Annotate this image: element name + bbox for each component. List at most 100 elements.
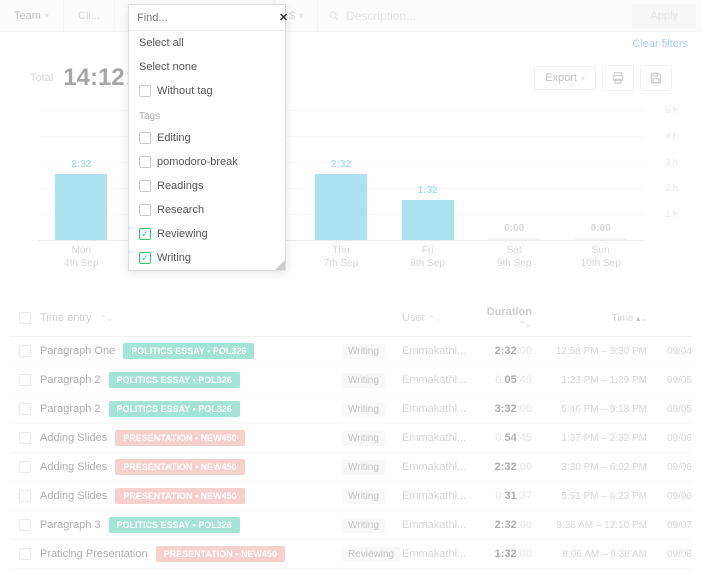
header-time[interactable]: Time ▴⌄: [532, 313, 647, 324]
table-row[interactable]: Paragraph 2POLITICS ESSAY • POL326Writin…: [10, 395, 692, 424]
table-row[interactable]: Adding SlidesPRESENTATION • NEW450Writin…: [10, 453, 692, 482]
table-row[interactable]: Adding SlidesPRESENTATION • NEW450Writin…: [10, 482, 692, 511]
tag-option[interactable]: Readings: [129, 174, 285, 198]
checkbox-icon: [139, 156, 151, 168]
date-cell: 09/04: [647, 346, 692, 357]
x-label: Fri8th Sep: [384, 244, 471, 270]
duration-cell: 2:32:00: [472, 345, 532, 357]
resize-handle-icon[interactable]: [275, 260, 285, 270]
checkbox-icon: [139, 85, 151, 97]
row-checkbox[interactable]: [19, 374, 31, 386]
date-cell: 09/08: [647, 549, 692, 560]
duration-cell: 0:05:49: [472, 374, 532, 386]
tags-section-header: Tags: [129, 103, 285, 126]
duration-cell: 1:32:00: [472, 548, 532, 560]
apply-button[interactable]: Apply: [632, 4, 696, 28]
date-cell: 09/05: [647, 375, 692, 386]
tag-option[interactable]: pomodoro-break: [129, 150, 285, 174]
category-pill: Writing: [342, 460, 385, 475]
user-cell: Emmakathl...: [402, 519, 472, 531]
project-tag: POLITICS ESSAY • POL326: [109, 401, 240, 417]
checkbox-icon: ✓: [139, 228, 151, 240]
table-header: Time entry ⌃⌄ User ⌃⌄ Duration ⌃⌄ Time ▴…: [10, 300, 692, 337]
row-checkbox[interactable]: [19, 432, 31, 444]
bar-chart: 1 h2 h3 h4 h5 h 2:322:321:320:000:00 Mon…: [18, 100, 684, 270]
table-row[interactable]: Praticing Presentation PRESENTATION • NEW…: [10, 540, 692, 569]
row-checkbox[interactable]: [19, 490, 31, 502]
category-pill: Reviewing: [342, 547, 400, 562]
user-cell: Emmakathl...: [402, 490, 472, 502]
table-row[interactable]: Paragraph OnePOLITICS ESSAY • POL326Writ…: [10, 337, 692, 366]
user-cell: Emmakathl...: [402, 345, 472, 357]
date-cell: 09/07: [647, 520, 692, 531]
row-checkbox[interactable]: [19, 519, 31, 531]
user-cell: Emmakathl...: [402, 461, 472, 473]
project-tag: PRESENTATION • NEW450: [115, 459, 244, 475]
category-pill: Writing: [342, 402, 385, 417]
x-label: Sat9th Sep: [471, 244, 558, 270]
category-pill: Writing: [342, 518, 385, 533]
chevron-down-icon: ▾: [45, 11, 49, 20]
user-cell: Emmakathl...: [402, 548, 472, 560]
category-pill: Writing: [342, 489, 385, 504]
x-label: Mon4th Sep: [38, 244, 125, 270]
select-all-checkbox[interactable]: [19, 312, 31, 324]
date-cell: 09/06: [647, 491, 692, 502]
header-entry[interactable]: Time entry ⌃⌄: [40, 312, 342, 324]
checkbox-icon: [139, 180, 151, 192]
filter-team[interactable]: Team▾: [0, 0, 64, 31]
row-checkbox[interactable]: [19, 345, 31, 357]
time-cell: 5:51 PM – 6:23 PM: [532, 491, 647, 502]
without-tag[interactable]: Without tag: [129, 79, 285, 103]
tag-option[interactable]: Editing: [129, 126, 285, 150]
time-cell: 5:46 PM – 9:18 PM: [532, 404, 647, 415]
entries-table: Time entry ⌃⌄ User ⌃⌄ Duration ⌃⌄ Time ▴…: [10, 300, 692, 569]
filter-client[interactable]: Cli...: [64, 0, 115, 31]
bar: 0:00: [471, 110, 558, 240]
tags-dropdown: ✕ Select all Select none Without tag Tag…: [128, 4, 286, 271]
duration-cell: 0:31:37: [472, 490, 532, 502]
export-button[interactable]: Export▾: [534, 66, 596, 90]
duration-cell: 0:54:45: [472, 432, 532, 444]
select-none[interactable]: Select none: [129, 55, 285, 79]
project-tag: PRESENTATION • NEW450: [156, 546, 285, 562]
entry-title: Paragraph 3: [40, 519, 101, 531]
duration-cell: 3:32:00: [472, 403, 532, 415]
tag-option[interactable]: ✓Reviewing: [129, 222, 285, 246]
filter-description[interactable]: Description...: [318, 9, 632, 23]
duration-cell: 2:32:00: [472, 519, 532, 531]
save-icon: [649, 71, 663, 85]
entry-title: Praticing Presentation: [40, 548, 148, 560]
chevron-down-icon: ▾: [299, 11, 303, 20]
entry-title: Adding Slides: [40, 432, 107, 444]
time-cell: 1:23 PM – 1:29 PM: [532, 375, 647, 386]
row-checkbox[interactable]: [19, 461, 31, 473]
tags-search-input[interactable]: [137, 12, 279, 24]
search-icon: [328, 10, 340, 22]
header-duration[interactable]: Duration ⌃⌄: [472, 306, 532, 330]
table-row[interactable]: Paragraph 2POLITICS ESSAY • POL326Writin…: [10, 366, 692, 395]
user-cell: Emmakathl...: [402, 432, 472, 444]
clear-filters-link[interactable]: Clear filters: [0, 32, 702, 56]
tag-option[interactable]: ✓Writing: [129, 246, 285, 270]
project-tag: PRESENTATION • NEW450: [115, 488, 244, 504]
time-cell: 1:37 PM – 2:32 PM: [532, 433, 647, 444]
table-row[interactable]: Paragraph 3POLITICS ESSAY • POL326Writin…: [10, 511, 692, 540]
duration-cell: 2:32:00: [472, 461, 532, 473]
tag-option[interactable]: Research: [129, 198, 285, 222]
time-cell: 8:06 AM – 9:38 AM: [532, 549, 647, 560]
print-button[interactable]: [602, 65, 634, 91]
row-checkbox[interactable]: [19, 548, 31, 560]
close-icon[interactable]: ✕: [279, 11, 288, 24]
bar: 0:00: [557, 110, 644, 240]
row-checkbox[interactable]: [19, 403, 31, 415]
header-user[interactable]: User ⌃⌄: [402, 312, 472, 324]
checkbox-icon: ✓: [139, 252, 151, 264]
date-cell: 09/06: [647, 433, 692, 444]
table-row[interactable]: Adding SlidesPRESENTATION • NEW450Writin…: [10, 424, 692, 453]
select-all[interactable]: Select all: [129, 31, 285, 55]
entry-title: Paragraph 2: [40, 374, 101, 386]
user-cell: Emmakathl...: [402, 403, 472, 415]
checkbox-icon: [139, 132, 151, 144]
save-button[interactable]: [640, 65, 672, 91]
